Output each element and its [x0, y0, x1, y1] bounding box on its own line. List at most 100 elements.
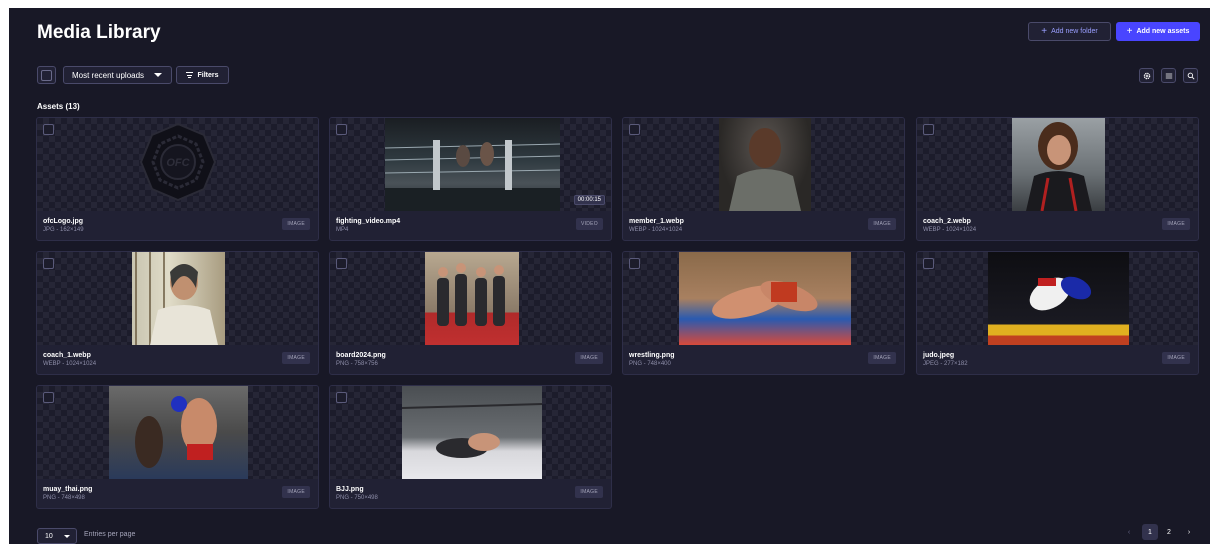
bjj-image [402, 386, 542, 479]
per-page-value: 10 [45, 532, 53, 540]
asset-meta: coach_1.webp WEBP - 1024×1024 [43, 352, 96, 367]
asset-card[interactable]: judo.jpeg JPEG - 277×182 IMAGE [916, 251, 1199, 375]
select-all-checkbox[interactable] [37, 66, 56, 84]
sort-value: Most recent uploads [72, 70, 145, 80]
asset-thumbnail[interactable] [623, 252, 904, 345]
checkbox-box [41, 69, 52, 81]
asset-checkbox[interactable] [923, 258, 934, 269]
asset-thumbnail[interactable] [330, 386, 611, 479]
asset-meta: board2024.png PNG - 758×756 [336, 352, 386, 367]
asset-thumbnail[interactable]: 00:00:15 [330, 118, 611, 211]
list-icon [1165, 73, 1172, 78]
chevron-left-icon: ‹ [1127, 528, 1131, 536]
filters-label: Filters [197, 71, 219, 79]
asset-meta: wrestling.png PNG - 748×400 [629, 352, 675, 367]
asset-info: PNG - 758×756 [336, 361, 378, 367]
asset-thumbnail[interactable] [37, 252, 318, 345]
search-button[interactable] [1183, 68, 1198, 83]
asset-card[interactable]: OFC ofcLogo.jpg JPG - 162×149 IMAGE [36, 117, 319, 241]
asset-meta: ofcLogo.jpg JPG - 162×149 [43, 218, 84, 233]
asset-meta: muay_thai.png PNG - 748×498 [43, 486, 92, 501]
next-page-button[interactable]: › [1181, 524, 1197, 540]
asset-type-badge: IMAGE [575, 486, 603, 498]
asset-checkbox[interactable] [336, 258, 347, 269]
member-portrait-image [719, 118, 811, 211]
asset-thumbnail[interactable] [330, 252, 611, 345]
asset-meta: judo.jpeg JPEG - 277×182 [923, 352, 968, 367]
asset-checkbox[interactable] [629, 124, 640, 135]
list-view-button[interactable] [1161, 68, 1176, 83]
asset-thumbnail[interactable]: OFC [37, 118, 318, 211]
asset-name: wrestling.png [629, 352, 675, 359]
caret-down-icon [64, 535, 70, 538]
asset-type-badge: IMAGE [282, 486, 310, 498]
plus-icon: + [1041, 25, 1048, 37]
judo-image [988, 252, 1129, 345]
asset-name: board2024.png [336, 352, 386, 359]
muay-thai-image [109, 386, 248, 479]
asset-card[interactable]: muay_thai.png PNG - 748×498 IMAGE [36, 385, 319, 509]
asset-checkbox[interactable] [43, 392, 54, 403]
gear-icon [1143, 72, 1150, 79]
search-icon [1187, 72, 1195, 80]
asset-thumbnail[interactable] [917, 118, 1198, 211]
svg-text:OFC: OFC [166, 157, 190, 169]
board-photo-image [425, 252, 519, 345]
entries-per-page-label: Entries per page [84, 531, 136, 538]
asset-thumbnail[interactable] [37, 386, 318, 479]
asset-card[interactable]: board2024.png PNG - 758×756 IMAGE [329, 251, 612, 375]
asset-name: coach_2.webp [923, 218, 971, 225]
asset-card[interactable]: member_1.webp WEBP - 1024×1024 IMAGE [622, 117, 905, 241]
asset-type-badge: IMAGE [575, 352, 603, 364]
asset-type-badge: IMAGE [868, 352, 896, 364]
asset-type-badge: VIDEO [575, 218, 603, 230]
asset-type-badge: IMAGE [1162, 218, 1190, 230]
asset-name: judo.jpeg [923, 352, 955, 359]
asset-name: fighting_video.mp4 [336, 218, 401, 225]
asset-card[interactable]: 00:00:15 fighting_video.mp4 MP4 VIDEO [329, 117, 612, 241]
asset-meta: BJJ.png PNG - 750×498 [336, 486, 378, 501]
asset-card[interactable]: coach_2.webp WEBP - 1024×1024 IMAGE [916, 117, 1199, 241]
entries-per-page-select[interactable]: 10 [37, 528, 77, 544]
add-assets-label: Add new assets [1136, 28, 1190, 35]
coach-2-portrait-image [1012, 118, 1105, 211]
asset-card[interactable]: wrestling.png PNG - 748×400 IMAGE [622, 251, 905, 375]
asset-name: member_1.webp [629, 218, 684, 225]
add-folder-button[interactable]: + Add new folder [1028, 22, 1111, 41]
asset-card[interactable]: coach_1.webp WEBP - 1024×1024 IMAGE [36, 251, 319, 375]
asset-card[interactable]: BJJ.png PNG - 750×498 IMAGE [329, 385, 612, 509]
asset-info: WEBP - 1024×1024 [43, 361, 97, 367]
asset-checkbox[interactable] [923, 124, 934, 135]
plus-icon: + [1126, 25, 1133, 37]
asset-info: PNG - 748×498 [43, 495, 85, 501]
asset-checkbox[interactable] [336, 392, 347, 403]
add-assets-button[interactable]: + Add new assets [1116, 22, 1200, 41]
page-1-button[interactable]: 1 [1142, 524, 1158, 540]
asset-info: PNG - 748×400 [629, 361, 671, 367]
video-duration: 00:00:15 [573, 195, 605, 205]
asset-checkbox[interactable] [629, 258, 640, 269]
asset-type-badge: IMAGE [868, 218, 896, 230]
asset-info: PNG - 750×498 [336, 495, 378, 501]
asset-checkbox[interactable] [43, 124, 54, 135]
asset-info: JPG - 162×149 [43, 227, 84, 233]
prev-page-button[interactable]: ‹ [1121, 524, 1137, 540]
asset-info: WEBP - 1024×1024 [629, 227, 683, 233]
asset-thumbnail[interactable] [917, 252, 1198, 345]
caret-down-icon [154, 73, 162, 77]
filters-button[interactable]: Filters [176, 66, 229, 84]
asset-type-badge: IMAGE [1162, 352, 1190, 364]
asset-meta: coach_2.webp WEBP - 1024×1024 [923, 218, 976, 233]
page-2-button[interactable]: 2 [1161, 524, 1177, 540]
asset-checkbox[interactable] [336, 124, 347, 135]
add-folder-label: Add new folder [1051, 28, 1098, 35]
asset-name: muay_thai.png [43, 486, 93, 493]
ofc-logo-image: OFC [133, 118, 223, 211]
wrestling-image [679, 252, 851, 345]
settings-button[interactable] [1139, 68, 1154, 83]
asset-meta: fighting_video.mp4 MP4 [336, 218, 400, 233]
asset-checkbox[interactable] [43, 258, 54, 269]
asset-meta: member_1.webp WEBP - 1024×1024 [629, 218, 684, 233]
sort-select[interactable]: Most recent uploads [63, 66, 172, 84]
asset-thumbnail[interactable] [623, 118, 904, 211]
